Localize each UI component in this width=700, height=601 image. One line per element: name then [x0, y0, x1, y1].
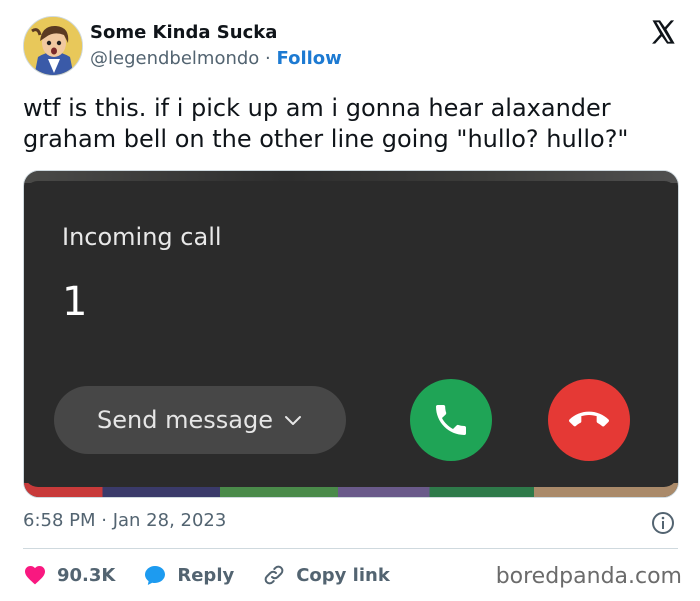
copy-link-button[interactable]: Copy link — [262, 563, 390, 587]
hang-up-icon — [569, 411, 609, 427]
send-message-label: Send message — [97, 406, 273, 434]
tweet-text: wtf is this. if i pick up am i gonna hea… — [23, 94, 629, 153]
heart-icon — [25, 566, 45, 585]
tweet-media-image[interactable]: Incoming call 1 Send message — [23, 170, 679, 498]
caller-number: 1 — [62, 279, 88, 325]
info-icon[interactable] — [651, 511, 675, 535]
incoming-call-card: Incoming call 1 Send message — [24, 181, 678, 487]
author-name[interactable]: Some Kinda Sucka — [90, 22, 277, 43]
like-button[interactable]: 90.3K — [23, 563, 115, 587]
x-logo-icon[interactable] — [649, 18, 677, 46]
follow-button[interactable]: Follow — [277, 48, 342, 69]
decline-call-button — [548, 379, 630, 461]
author-handle[interactable]: @legendbelmondo — [90, 48, 259, 69]
tweet-actions: 90.3K Reply Copy link — [23, 560, 418, 590]
author-handle-row: @legendbelmondo · Follow — [90, 48, 342, 69]
boredpanda-watermark: boredpanda.com — [495, 564, 682, 589]
incoming-call-title: Incoming call — [62, 223, 222, 251]
reply-label: Reply — [177, 564, 235, 586]
link-icon — [264, 565, 284, 585]
like-count: 90.3K — [57, 564, 116, 586]
phone-icon — [436, 405, 466, 435]
reply-bubble-icon — [145, 566, 166, 585]
reply-button[interactable]: Reply — [143, 563, 234, 587]
tweet-header: Some Kinda Sucka @legendbelmondo · Follo… — [23, 14, 683, 78]
handle-separator: · — [265, 48, 271, 69]
tweet-timestamp[interactable]: 6:58 PM · Jan 28, 2023 — [23, 510, 226, 531]
send-message-button: Send message — [54, 386, 346, 454]
avatar-illustration-icon — [24, 17, 82, 75]
divider — [23, 548, 678, 549]
accept-call-button — [410, 379, 492, 461]
copy-link-label: Copy link — [296, 564, 390, 586]
avatar[interactable] — [23, 16, 83, 76]
chevron-down-icon — [284, 416, 301, 425]
